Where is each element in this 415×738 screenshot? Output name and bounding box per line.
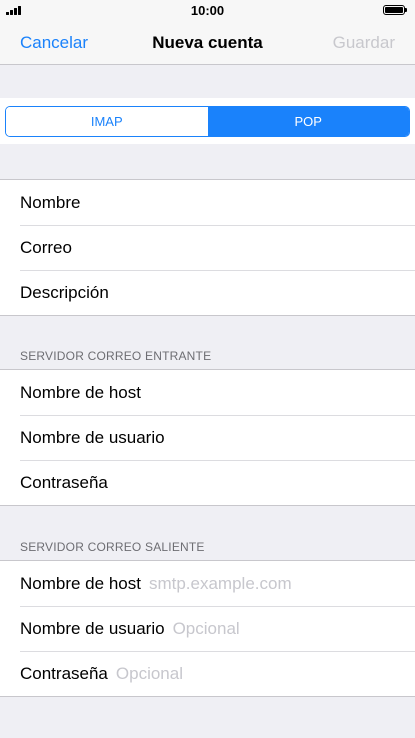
- save-button[interactable]: Guardar: [333, 33, 395, 53]
- incoming-host-label: Nombre de host: [20, 382, 141, 402]
- outgoing-host-label: Nombre de host: [20, 573, 141, 593]
- email-label: Correo: [20, 237, 72, 257]
- outgoing-password-field[interactable]: Contraseña Opcional: [0, 651, 415, 696]
- description-field[interactable]: Descripción: [0, 270, 415, 315]
- outgoing-password-placeholder: Opcional: [115, 663, 183, 683]
- account-info-group: Nombre Correo Descripción: [0, 179, 415, 316]
- segment-pop[interactable]: POP: [207, 107, 409, 136]
- incoming-username-field[interactable]: Nombre de usuario: [0, 415, 415, 460]
- name-label: Nombre: [20, 192, 81, 212]
- protocol-segmented-control[interactable]: IMAP POP: [5, 106, 410, 137]
- status-bar: 10:00: [0, 0, 415, 20]
- navigation-bar: Cancelar Nueva cuenta Guardar: [0, 20, 415, 65]
- incoming-server-header: SERVIDOR CORREO ENTRANTE: [20, 349, 212, 363]
- protocol-selector-band: IMAP POP: [0, 98, 415, 144]
- outgoing-server-header: SERVIDOR CORREO SALIENTE: [20, 540, 205, 554]
- outgoing-server-group: Nombre de host smtp.example.com Nombre d…: [0, 560, 415, 697]
- outgoing-host-field[interactable]: Nombre de host smtp.example.com: [0, 561, 415, 606]
- outgoing-username-placeholder: Opcional: [172, 618, 240, 638]
- description-label: Descripción: [20, 282, 109, 302]
- outgoing-username-label: Nombre de usuario: [20, 618, 165, 638]
- email-field[interactable]: Correo: [0, 225, 415, 270]
- outgoing-password-label: Contraseña: [20, 663, 108, 683]
- incoming-username-label: Nombre de usuario: [20, 427, 165, 447]
- name-field[interactable]: Nombre: [0, 180, 415, 225]
- outgoing-host-placeholder: smtp.example.com: [148, 573, 292, 593]
- incoming-password-field[interactable]: Contraseña: [0, 460, 415, 505]
- incoming-server-group: Nombre de host Nombre de usuario Contras…: [0, 369, 415, 506]
- segment-imap[interactable]: IMAP: [6, 107, 208, 136]
- battery-icon: [383, 5, 407, 15]
- incoming-host-field[interactable]: Nombre de host: [0, 370, 415, 415]
- outgoing-username-field[interactable]: Nombre de usuario Opcional: [0, 606, 415, 651]
- status-time: 10:00: [190, 3, 225, 18]
- incoming-password-label: Contraseña: [20, 472, 108, 492]
